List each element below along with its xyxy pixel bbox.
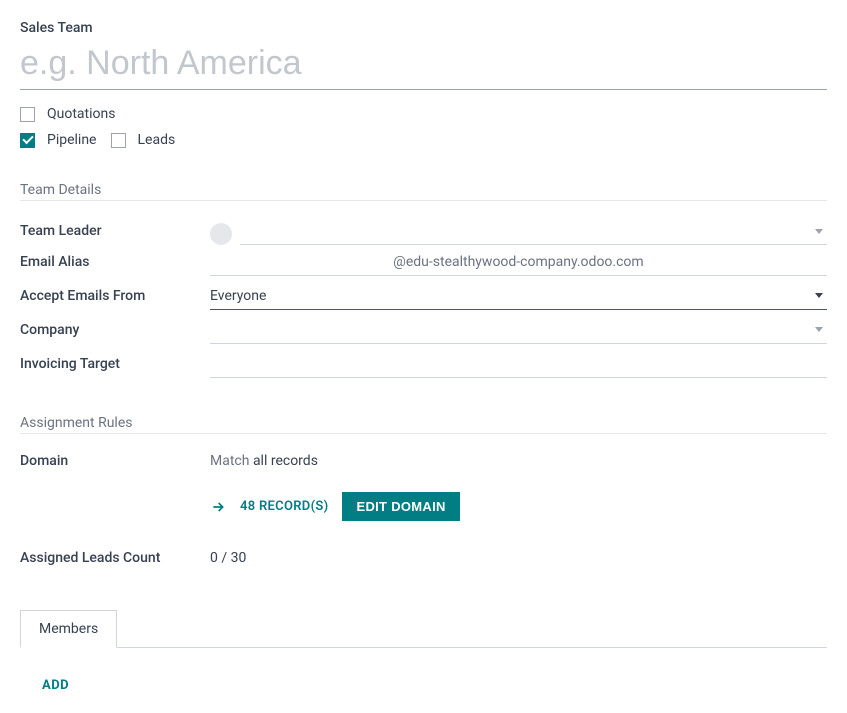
leads-label: Leads	[138, 132, 176, 148]
accept-emails-row: Accept Emails From Everyone	[20, 279, 827, 313]
assigned-leads-row: Assigned Leads Count 0 / 30	[20, 541, 827, 575]
company-label: Company	[20, 322, 210, 338]
avatar-placeholder	[210, 223, 232, 245]
domain-match-text: Match all records	[210, 453, 318, 469]
pipeline-checkbox-group: Pipeline	[20, 132, 97, 148]
accept-emails-value: Everyone	[210, 288, 266, 304]
accept-emails-label: Accept Emails From	[20, 288, 210, 304]
invoicing-target-row: Invoicing Target	[20, 347, 827, 381]
team-leader-select[interactable]	[240, 219, 827, 245]
team-leader-label: Team Leader	[20, 223, 210, 245]
chevron-down-icon	[815, 327, 823, 332]
team-name-input[interactable]	[20, 42, 827, 90]
chevron-down-icon	[815, 293, 823, 298]
quotations-label: Quotations	[47, 106, 115, 122]
arrow-right-icon	[210, 499, 226, 515]
domain-actions: 48 RECORD(S) EDIT DOMAIN	[210, 492, 827, 521]
tabs-container: Members	[20, 609, 827, 648]
chevron-down-icon	[815, 229, 823, 234]
email-domain-text: @edu-stealthywood-company.odoo.com	[393, 254, 643, 270]
add-button[interactable]: ADD	[42, 678, 827, 693]
assigned-leads-value: 0 / 30	[210, 550, 246, 566]
checkbox-row-1: Quotations	[20, 106, 827, 122]
team-leader-row: Team Leader	[20, 211, 827, 245]
pipeline-label: Pipeline	[47, 132, 97, 148]
team-details-header: Team Details	[20, 182, 827, 201]
checkbox-row-2: Pipeline Leads	[20, 132, 827, 148]
quotations-checkbox-group: Quotations	[20, 106, 115, 122]
records-link[interactable]: 48 RECORD(S)	[240, 499, 328, 514]
company-row: Company	[20, 313, 827, 347]
domain-value-container: Match all records	[210, 447, 827, 475]
company-select[interactable]	[210, 316, 827, 344]
quotations-checkbox[interactable]	[20, 107, 35, 122]
assigned-leads-label: Assigned Leads Count	[20, 550, 210, 566]
email-alias-row: Email Alias @edu-stealthywood-company.od…	[20, 245, 827, 279]
email-alias-label: Email Alias	[20, 254, 210, 270]
tab-members[interactable]: Members	[20, 610, 117, 648]
invoicing-target-label: Invoicing Target	[20, 356, 210, 372]
domain-row: Domain Match all records	[20, 444, 827, 478]
accept-emails-select[interactable]: Everyone	[210, 282, 827, 310]
domain-label: Domain	[20, 453, 210, 469]
invoicing-target-input[interactable]	[210, 350, 827, 378]
leads-checkbox-group: Leads	[111, 132, 176, 148]
sales-team-form: Sales Team Quotations Pipeline Leads Tea…	[20, 20, 827, 693]
leads-checkbox[interactable]	[111, 133, 126, 148]
team-leader-value-container	[210, 219, 827, 245]
edit-domain-button[interactable]: EDIT DOMAIN	[342, 492, 459, 521]
assigned-leads-value-container: 0 / 30	[210, 544, 827, 572]
assignment-rules-header: Assignment Rules	[20, 415, 827, 434]
pipeline-checkbox[interactable]	[20, 133, 35, 148]
email-alias-input[interactable]: @edu-stealthywood-company.odoo.com	[210, 248, 827, 276]
form-title-label: Sales Team	[20, 20, 827, 36]
